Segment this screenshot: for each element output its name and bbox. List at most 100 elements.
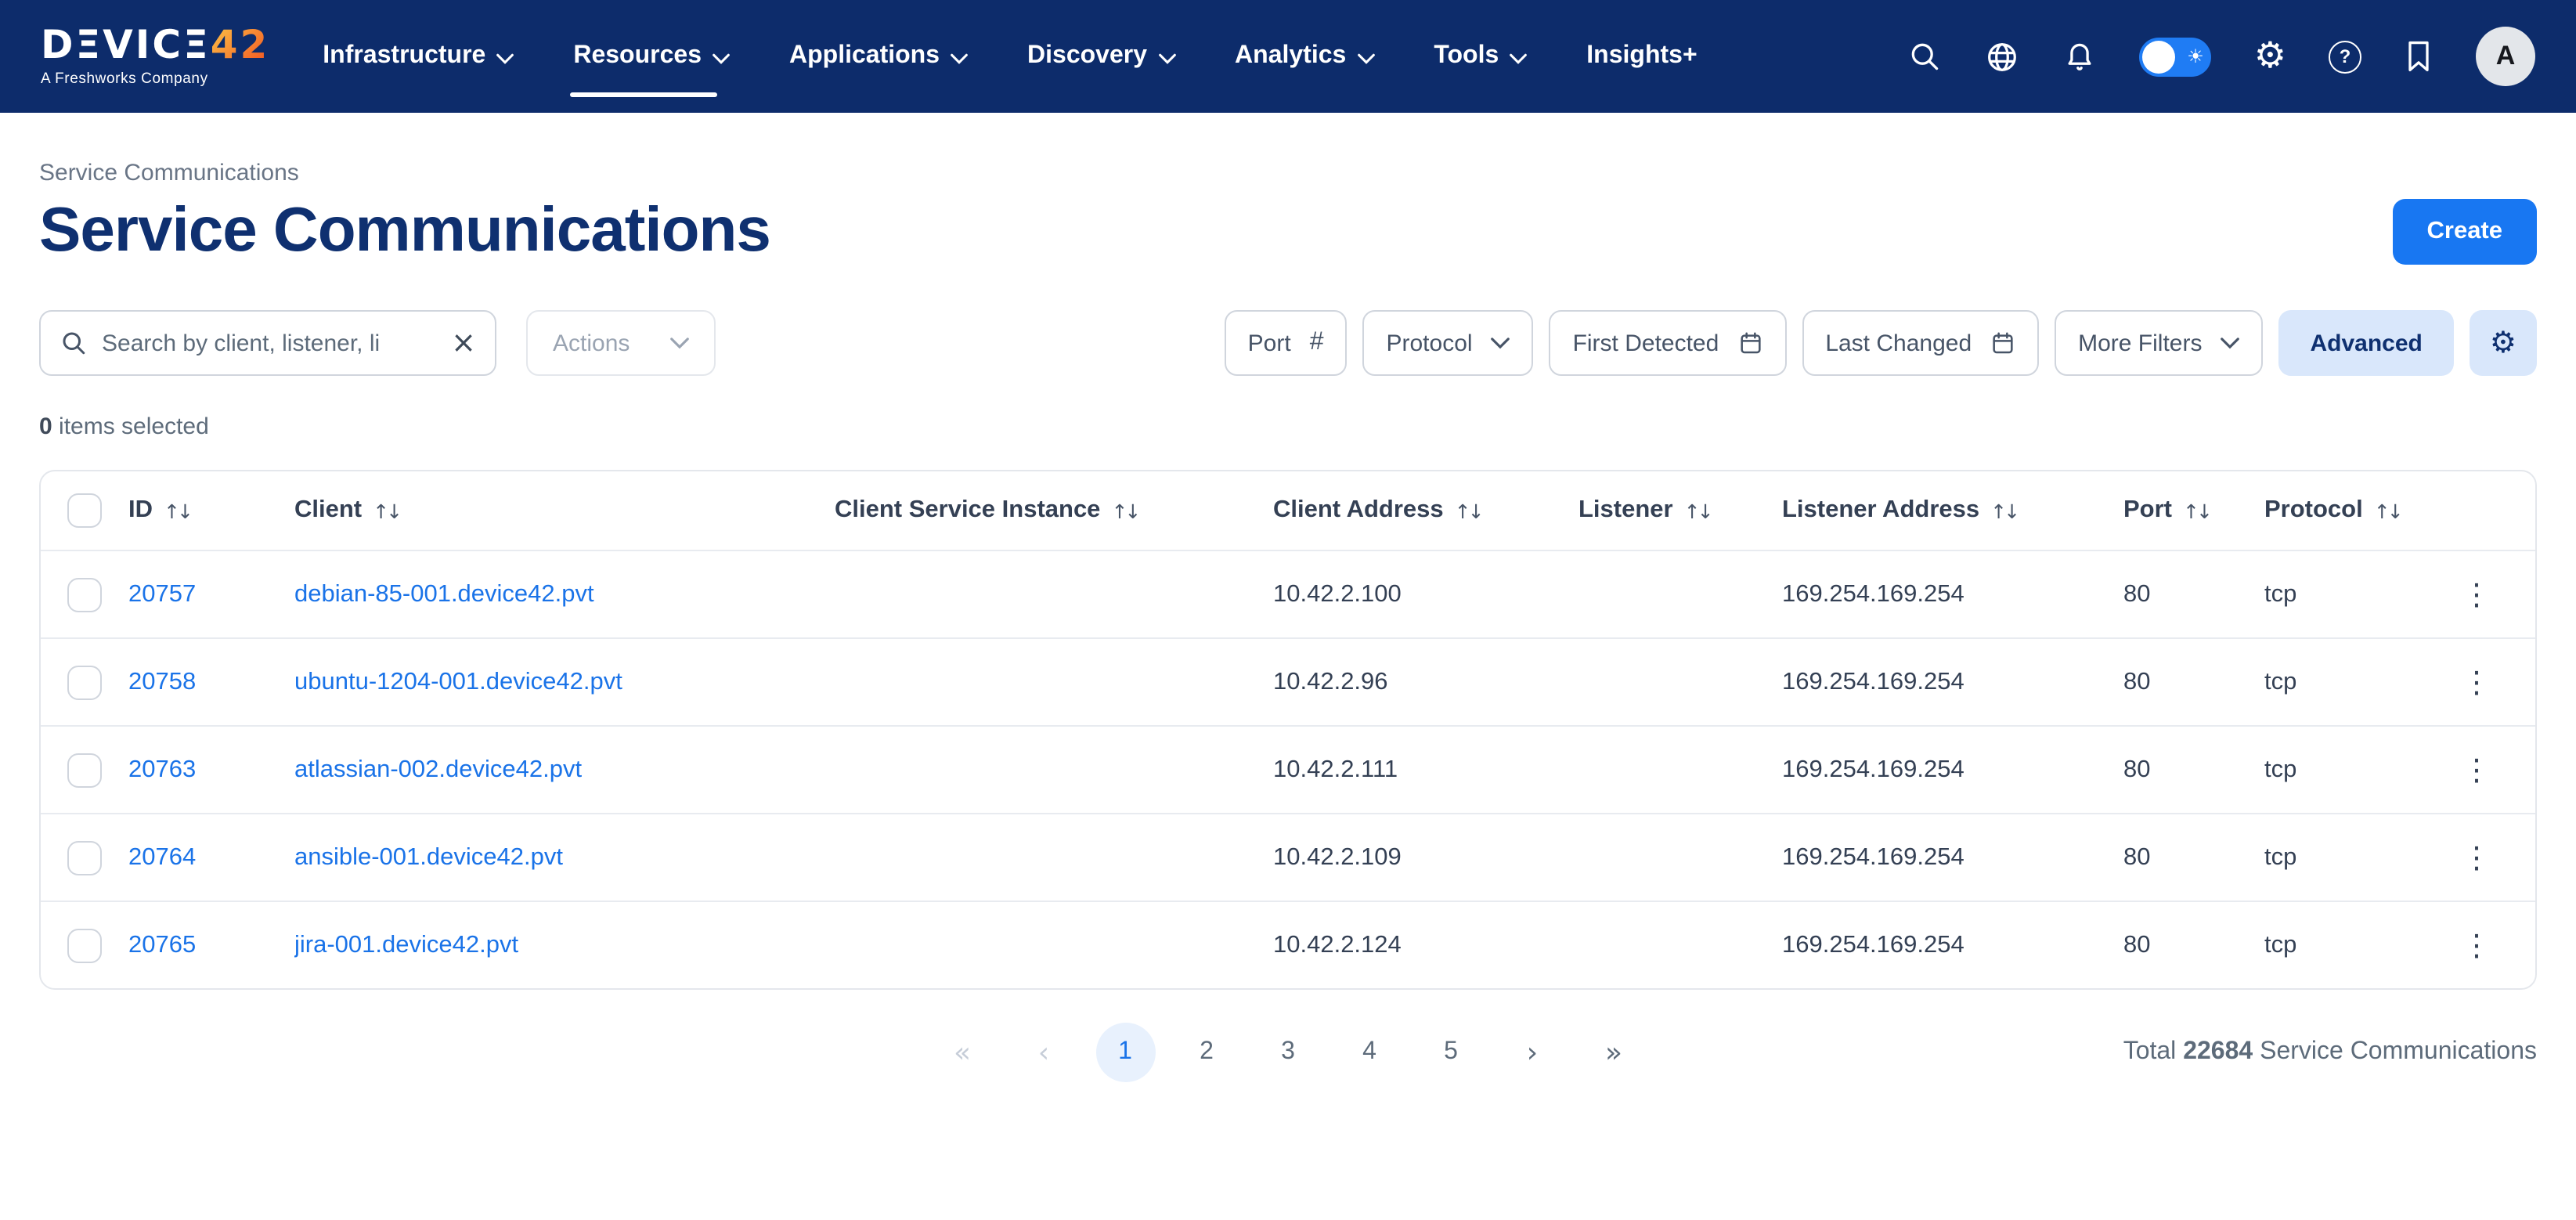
row-client-address: 10.42.2.124	[1273, 931, 1578, 959]
kebab-menu-icon[interactable]: ⋮	[2452, 837, 2501, 878]
row-checkbox[interactable]	[67, 840, 102, 875]
navbar-actions: ☀ ⚙ ? A	[1908, 27, 2535, 86]
row-port: 80	[2123, 668, 2264, 696]
table-row: 20757 debian-85-001.device42.pvt 10.42.2…	[41, 550, 2535, 637]
row-id-link[interactable]: 20765	[128, 931, 196, 959]
sort-icon: ↑↓	[373, 499, 399, 522]
kebab-menu-icon[interactable]: ⋮	[2452, 925, 2501, 966]
page-button-5[interactable]: 5	[1421, 1023, 1481, 1082]
sort-icon: ↑↓	[1455, 499, 1481, 522]
filter-bar: Port # Protocol First Detected Last Chan…	[1225, 310, 2537, 376]
previous-page-button[interactable]: ‹	[1014, 1023, 1073, 1082]
brand-accent-text: 42	[211, 22, 270, 67]
avatar[interactable]: A	[2476, 27, 2535, 86]
column-header-listener[interactable]: Listener↑↓	[1578, 496, 1782, 525]
nav-item-discovery[interactable]: Discovery	[1027, 0, 1175, 113]
sort-icon: ↑↓	[2183, 499, 2210, 522]
create-button[interactable]: Create	[2393, 198, 2538, 264]
bookmark-icon[interactable]	[2404, 39, 2433, 74]
column-header-protocol[interactable]: Protocol↑↓	[2264, 496, 2421, 525]
chevron-down-icon	[1492, 337, 1510, 349]
sort-icon: ↑↓	[1111, 499, 1138, 522]
row-client-link[interactable]: debian-85-001.device42.pvt	[294, 580, 594, 608]
filter-last-changed[interactable]: Last Changed	[1802, 310, 2039, 376]
page-button-4[interactable]: 4	[1340, 1023, 1399, 1082]
nav-item-applications[interactable]: Applications	[789, 0, 968, 113]
row-port: 80	[2123, 580, 2264, 608]
row-id-link[interactable]: 20763	[128, 756, 196, 784]
breadcrumb[interactable]: Service Communications	[39, 160, 2537, 186]
actions-button[interactable]: Actions	[526, 310, 716, 376]
device42-logo[interactable]: DΞVICΞ42 A Freshworks Company	[41, 25, 269, 88]
kebab-menu-icon[interactable]: ⋮	[2452, 749, 2501, 790]
sort-icon: ↑↓	[1684, 499, 1711, 522]
row-checkbox[interactable]	[67, 577, 102, 612]
row-port: 80	[2123, 843, 2264, 872]
nav-item-resources[interactable]: Resources	[573, 0, 730, 113]
page-button-1[interactable]: 1	[1095, 1023, 1155, 1082]
column-header-client-service-instance[interactable]: Client Service Instance↑↓	[835, 496, 1273, 525]
row-id-link[interactable]: 20758	[128, 668, 196, 696]
row-port: 80	[2123, 756, 2264, 784]
row-client-link[interactable]: atlassian-002.device42.pvt	[294, 756, 582, 784]
help-icon[interactable]: ?	[2329, 40, 2361, 73]
gear-icon[interactable]: ⚙	[2254, 38, 2286, 74]
pagination: « ‹ 1 2 3 4 5 › »	[933, 1023, 1643, 1082]
nav-item-analytics[interactable]: Analytics	[1235, 0, 1374, 113]
next-page-button[interactable]: ›	[1503, 1023, 1562, 1082]
row-protocol: tcp	[2264, 580, 2421, 608]
nav-item-insights[interactable]: Insights+	[1586, 0, 1697, 113]
row-id-link[interactable]: 20764	[128, 843, 196, 872]
last-page-button[interactable]: »	[1584, 1023, 1643, 1082]
column-header-client-address[interactable]: Client Address↑↓	[1273, 496, 1578, 525]
brand-wordmark: DΞVICΞ42	[41, 25, 269, 64]
theme-toggle[interactable]: ☀	[2140, 37, 2212, 76]
first-page-button[interactable]: «	[933, 1023, 992, 1082]
filter-more-filters[interactable]: More Filters	[2055, 310, 2263, 376]
row-checkbox[interactable]	[67, 753, 102, 787]
row-checkbox[interactable]	[67, 928, 102, 962]
table-footer: « ‹ 1 2 3 4 5 › » Total 22684 Service Co…	[39, 1018, 2537, 1087]
column-header-listener-address[interactable]: Listener Address↑↓	[1782, 496, 2123, 525]
device42-app: DΞVICΞ42 A Freshworks Company Infrastruc…	[0, 0, 2576, 1220]
row-id-link[interactable]: 20757	[128, 580, 196, 608]
filter-port-label: Port	[1248, 330, 1291, 356]
table-row: 20764 ansible-001.device42.pvt 10.42.2.1…	[41, 813, 2535, 901]
row-client-link[interactable]: ubuntu-1204-001.device42.pvt	[294, 668, 622, 696]
chevron-down-icon	[1158, 52, 1175, 63]
row-client-link[interactable]: ansible-001.device42.pvt	[294, 843, 563, 872]
kebab-menu-icon[interactable]: ⋮	[2452, 574, 2501, 615]
filter-first-detected[interactable]: First Detected	[1550, 310, 1787, 376]
clear-icon[interactable]: ×	[451, 328, 476, 358]
filter-protocol[interactable]: Protocol	[1363, 310, 1534, 376]
avatar-initial: A	[2496, 41, 2516, 72]
bell-icon[interactable]	[2063, 38, 2098, 74]
row-listener-address: 169.254.169.254	[1782, 843, 2123, 872]
chevron-down-icon	[670, 337, 689, 349]
calendar-icon	[1737, 330, 1762, 356]
page-button-3[interactable]: 3	[1258, 1023, 1318, 1082]
row-client-address: 10.42.2.109	[1273, 843, 1578, 872]
row-client-address: 10.42.2.100	[1273, 580, 1578, 608]
actions-label: Actions	[553, 330, 630, 356]
nav-item-label: Tools	[1434, 42, 1499, 70]
row-client-link[interactable]: jira-001.device42.pvt	[294, 931, 518, 959]
nav-item-infrastructure[interactable]: Infrastructure	[323, 0, 514, 113]
advanced-filter-button[interactable]: Advanced	[2279, 310, 2454, 376]
search-icon[interactable]	[1908, 39, 1943, 74]
column-header-port[interactable]: Port↑↓	[2123, 496, 2264, 525]
row-checkbox[interactable]	[67, 665, 102, 699]
filter-port[interactable]: Port #	[1225, 310, 1348, 376]
globe-icon[interactable]	[1985, 38, 2021, 74]
column-header-id[interactable]: ID↑↓	[128, 496, 294, 525]
search-input[interactable]	[102, 330, 437, 356]
column-header-client[interactable]: Client↑↓	[294, 496, 835, 525]
table-settings-gear-icon[interactable]: ⚙	[2470, 310, 2537, 376]
kebab-menu-icon[interactable]: ⋮	[2452, 662, 2501, 702]
select-all-checkbox[interactable]	[67, 493, 102, 528]
selected-label: items selected	[59, 413, 209, 440]
page-button-2[interactable]: 2	[1177, 1023, 1236, 1082]
chevron-down-icon	[713, 52, 730, 63]
chevron-down-icon	[496, 52, 514, 63]
nav-item-tools[interactable]: Tools	[1434, 0, 1527, 113]
